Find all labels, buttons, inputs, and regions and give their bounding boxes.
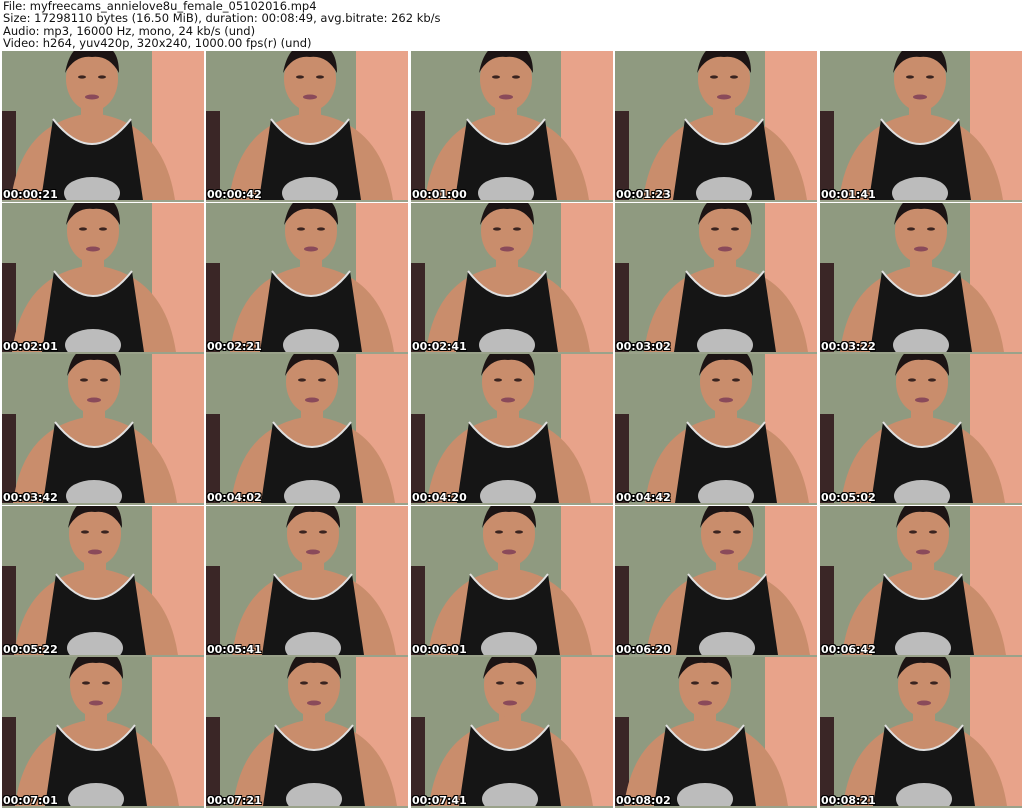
thumbnail-timestamp: 00:05:02: [821, 491, 876, 504]
video-frame-thumbnail: 00:08:02: [615, 657, 817, 808]
video-frame-thumbnail: 00:07:21: [206, 657, 408, 808]
video-frame-thumbnail: 00:05:41: [206, 506, 408, 657]
frame-image: [2, 354, 204, 503]
frame-image: [206, 203, 408, 352]
frame-image: [411, 203, 613, 352]
frame-image: [615, 506, 817, 655]
thumbnail-timestamp: 00:03:42: [3, 491, 58, 504]
video-frame-thumbnail: 00:00:21: [2, 51, 204, 202]
frame-image: [615, 657, 817, 806]
frame-image: [2, 203, 204, 352]
frame-image: [206, 657, 408, 806]
video-frame-thumbnail: 00:04:42: [615, 354, 817, 505]
video-frame-thumbnail: 00:06:01: [411, 506, 613, 657]
frame-image: [820, 51, 1022, 200]
frame-image: [2, 657, 204, 806]
thumbnail-timestamp: 00:03:02: [616, 340, 671, 353]
thumbnail-timestamp: 00:04:20: [412, 491, 467, 504]
video-frame-thumbnail: 00:07:41: [411, 657, 613, 808]
thumbnail-timestamp: 00:03:22: [821, 340, 876, 353]
file-info-header: File: myfreecams_annielove8u_female_0510…: [0, 0, 1024, 50]
thumbnail-timestamp: 00:06:01: [412, 643, 467, 656]
frame-image: [411, 354, 613, 503]
thumbnail-timestamp: 00:06:20: [616, 643, 671, 656]
thumbnail-timestamp: 00:06:42: [821, 643, 876, 656]
video-frame-thumbnail: 00:03:02: [615, 203, 817, 354]
thumbnail-timestamp: 00:04:42: [616, 491, 671, 504]
video-frame-thumbnail: 00:00:42: [206, 51, 408, 202]
video-frame-thumbnail: 00:01:00: [411, 51, 613, 202]
video-frame-thumbnail: 00:05:02: [820, 354, 1022, 505]
frame-image: [411, 51, 613, 200]
frame-image: [206, 354, 408, 503]
thumbnail-timestamp: 00:07:41: [412, 794, 467, 807]
video-frame-thumbnail: 00:01:41: [820, 51, 1022, 202]
frame-image: [615, 354, 817, 503]
thumbnail-timestamp: 00:01:41: [821, 188, 876, 201]
thumbnail-timestamp: 00:07:21: [207, 794, 262, 807]
thumbnail-timestamp: 00:02:41: [412, 340, 467, 353]
frame-image: [615, 51, 817, 200]
thumbnail-timestamp: 00:04:02: [207, 491, 262, 504]
video-frame-thumbnail: 00:02:41: [411, 203, 613, 354]
frame-image: [411, 657, 613, 806]
thumbnail-timestamp: 00:00:42: [207, 188, 262, 201]
thumbnail-timestamp: 00:05:41: [207, 643, 262, 656]
video-frame-thumbnail: 00:04:20: [411, 354, 613, 505]
frame-image: [2, 506, 204, 655]
video-info-line: Video: h264, yuv420p, 320x240, 1000.00 f…: [3, 36, 312, 51]
video-frame-thumbnail: 00:06:20: [615, 506, 817, 657]
thumbnail-timestamp: 00:05:22: [3, 643, 58, 656]
video-frame-thumbnail: 00:03:42: [2, 354, 204, 505]
thumbnail-timestamp: 00:01:23: [616, 188, 671, 201]
frame-image: [2, 51, 204, 200]
video-frame-thumbnail: 00:02:21: [206, 203, 408, 354]
thumbnail-timestamp: 00:07:01: [3, 794, 58, 807]
thumbnail-timestamp: 00:02:01: [3, 340, 58, 353]
video-frame-thumbnail: 00:05:22: [2, 506, 204, 657]
frame-image: [411, 506, 613, 655]
thumbnail-timestamp: 00:08:02: [616, 794, 671, 807]
thumbnail-timestamp: 00:00:21: [3, 188, 58, 201]
frame-image: [820, 506, 1022, 655]
thumbnail-timestamp: 00:02:21: [207, 340, 262, 353]
frame-image: [820, 354, 1022, 503]
thumbnail-timestamp: 00:08:21: [821, 794, 876, 807]
video-frame-thumbnail: 00:06:42: [820, 506, 1022, 657]
video-frame-thumbnail: 00:01:23: [615, 51, 817, 202]
video-frame-thumbnail: 00:03:22: [820, 203, 1022, 354]
frame-image: [615, 203, 817, 352]
frame-image: [206, 506, 408, 655]
thumbnail-timestamp: 00:01:00: [412, 188, 467, 201]
thumbnail-grid: 00:00:21 00:00:42 00:01:00 00:01:23 00:01:41…: [2, 51, 1024, 811]
video-frame-thumbnail: 00:02:01: [2, 203, 204, 354]
video-frame-thumbnail: 00:08:21: [820, 657, 1022, 808]
video-frame-thumbnail: 00:07:01: [2, 657, 204, 808]
frame-image: [206, 51, 408, 200]
frame-image: [820, 657, 1022, 806]
video-frame-thumbnail: 00:04:02: [206, 354, 408, 505]
file-size-line: Size: 17298110 bytes (16.50 MiB), durati…: [3, 11, 441, 26]
frame-image: [820, 203, 1022, 352]
